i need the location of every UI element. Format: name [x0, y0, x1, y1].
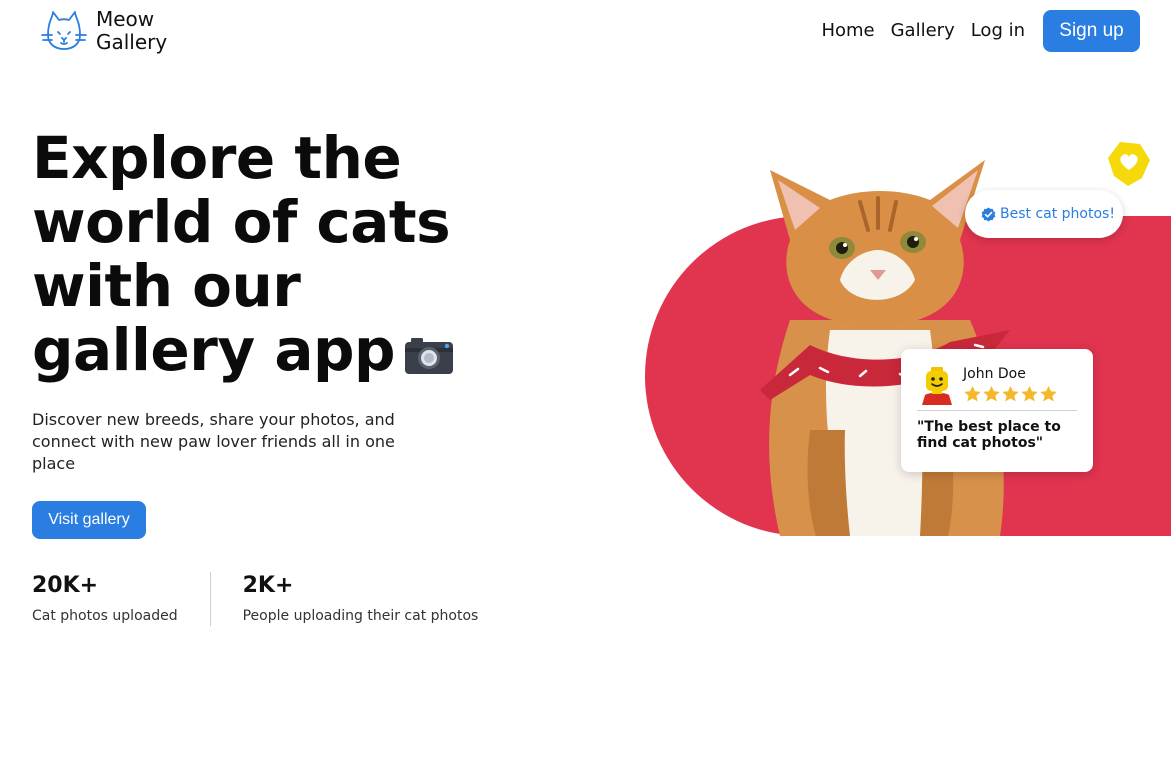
star-icon [1040, 385, 1057, 402]
stat-photos: 20K+ Cat photos uploaded [32, 572, 210, 626]
review-card: John Doe "The best place to find cat pho… [901, 349, 1093, 472]
brand-logo[interactable]: Meow Gallery [40, 8, 167, 54]
star-icon [983, 385, 1000, 402]
visit-gallery-button[interactable]: Visit gallery [32, 501, 146, 539]
hero-title: Explore the world of cats with our galle… [32, 126, 512, 382]
nav-home[interactable]: Home [821, 10, 874, 52]
cat-logo-icon [41, 11, 87, 50]
stat-value: 20K+ [32, 573, 99, 598]
rating-stars [963, 385, 1058, 403]
hero-subtitle: Discover new breeds, share your photos, … [32, 410, 395, 473]
verified-check-icon [981, 206, 996, 222]
brand-line-2: Gallery [96, 30, 168, 54]
star-icon [1021, 385, 1038, 402]
nav-login[interactable]: Log in [971, 10, 1025, 52]
reviewer-name: John Doe [963, 366, 1026, 382]
review-header: John Doe [917, 365, 1077, 411]
star-icon [1002, 385, 1019, 402]
brand-name: Meow Gallery [96, 8, 167, 54]
review-meta: John Doe [963, 365, 1058, 403]
nav-gallery[interactable]: Gallery [891, 10, 955, 52]
stat-label: People uploading their cat photos [242, 608, 479, 624]
brand-line-1: Meow [96, 7, 155, 31]
heart-icon [1108, 142, 1150, 186]
cat-photo [760, 160, 1010, 536]
hero-visual: Best cat photos! John Doe "The best plac… [640, 130, 1171, 540]
camera-icon [405, 338, 454, 374]
review-quote: "The best place to find cat photos" [917, 419, 1061, 451]
signup-button[interactable]: Sign up [1043, 10, 1140, 52]
lego-avatar-icon [922, 367, 952, 405]
badge-text: Best cat photos! [1000, 206, 1115, 222]
stat-label: Cat photos uploaded [32, 608, 178, 624]
star-icon [964, 385, 981, 402]
main-nav: Home Gallery Log in Sign up [821, 10, 1140, 52]
stat-uploaders: 2K+ People uploading their cat photos [209, 572, 511, 626]
hero-title-text: Explore the world of cats with our galle… [32, 124, 451, 384]
best-photos-badge: Best cat photos! [965, 190, 1123, 238]
stat-value: 2K+ [242, 573, 294, 598]
site-header: Meow Gallery Home Gallery Log in Sign up [0, 0, 1171, 62]
stats: 20K+ Cat photos uploaded 2K+ People uplo… [32, 572, 510, 626]
